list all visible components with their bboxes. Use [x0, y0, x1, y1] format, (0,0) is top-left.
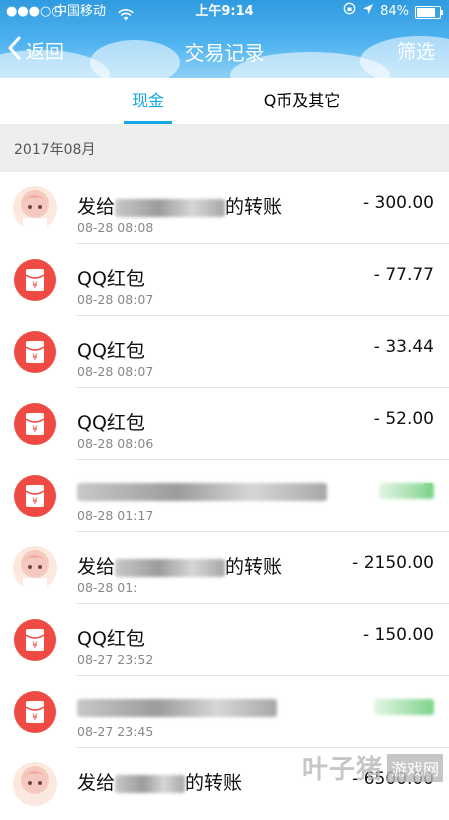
transaction-amount: - 300.00 — [362, 193, 434, 213]
location-icon — [362, 0, 374, 24]
month-section-header: 2017年08月 — [0, 124, 449, 172]
transaction-time: 08-28 08:07 — [77, 364, 154, 379]
transaction-title: 发给 的转账 — [77, 768, 242, 795]
title-suffix: 的转账 — [225, 556, 283, 578]
battery-percent: 84% — [380, 4, 409, 19]
tab-qcoin-other[interactable]: Q币及其它 — [250, 78, 354, 124]
transaction-time: 08-28 08:06 — [77, 436, 154, 451]
transaction-row[interactable]: ¥ 08-28 01:17 7 — [0, 460, 449, 532]
svg-text:¥: ¥ — [32, 425, 38, 435]
transaction-row[interactable]: 发给 的转账 08-28 08:08 - 300.00 — [0, 172, 449, 244]
battery-level — [417, 7, 435, 17]
transaction-row[interactable]: 发给 的转账 08-28 01: - 2150.00 — [0, 532, 449, 604]
red-packet-icon: ¥ — [14, 475, 56, 517]
transaction-time: 08-28 01: — [77, 580, 138, 595]
user-avatar — [13, 546, 57, 590]
transaction-time: 08-28 08:08 — [77, 220, 154, 235]
tab-qcoin-label: Q币及其它 — [263, 91, 341, 110]
redacted-name — [115, 198, 226, 217]
page-title: 交易记录 — [184, 41, 265, 65]
red-packet-icon: ¥ — [14, 619, 56, 661]
transaction-amount: - 150.00 — [362, 625, 434, 645]
red-packet-icon: ¥ — [14, 331, 56, 373]
battery-icon — [415, 5, 443, 19]
redacted-name — [115, 774, 186, 793]
navigation-bar: 返回 交易记录 筛选 — [0, 24, 449, 78]
redacted-name — [115, 558, 226, 577]
site-watermark: 叶子猪 游戏网 — [302, 749, 443, 786]
tab-cash[interactable]: 现金 — [124, 78, 172, 124]
red-packet-icon: ¥ — [14, 691, 56, 733]
watermark-text: 叶子猪 — [301, 755, 383, 785]
svg-text:¥: ¥ — [32, 281, 38, 291]
title-prefix: 发给 — [77, 772, 116, 794]
tab-bar: 现金 Q币及其它 — [0, 78, 449, 124]
transaction-title: 发给 的转账 — [77, 552, 282, 579]
transaction-time: 08-27 23:52 — [77, 652, 154, 667]
user-avatar — [13, 762, 57, 806]
transaction-title — [77, 480, 327, 502]
transaction-title: QQ红包 — [77, 412, 145, 434]
transaction-row[interactable]: ¥ 08-27 23:45 — [0, 676, 449, 748]
svg-text:¥: ¥ — [32, 353, 38, 363]
svg-text:¥: ¥ — [32, 713, 38, 723]
transaction-row[interactable]: ¥ QQ红包 08-27 23:52 - 150.00 — [0, 604, 449, 676]
svg-text:¥: ¥ — [32, 497, 38, 507]
redacted-title — [77, 698, 277, 717]
title-suffix: 的转账 — [225, 196, 283, 218]
transaction-time: 08-28 08:07 — [77, 292, 154, 307]
transaction-amount: - 33.44 — [373, 337, 434, 357]
title-prefix: 发给 — [77, 556, 116, 578]
user-avatar — [13, 186, 57, 230]
red-packet-icon: ¥ — [14, 259, 56, 301]
redacted-title — [77, 482, 327, 501]
title-prefix: 发给 — [77, 196, 116, 218]
header: ●●●○○ 中国移动 上午9:14 84% 返回 交易记录 筛选 — [0, 0, 449, 78]
transaction-title — [77, 696, 277, 718]
transaction-title: 发给 的转账 — [77, 192, 282, 219]
transaction-amount: 7 — [423, 481, 434, 501]
transaction-row[interactable]: ¥ QQ红包 08-28 08:07 - 33.44 — [0, 316, 449, 388]
tab-cash-label: 现金 — [131, 91, 164, 110]
transaction-amount: - 77.77 — [373, 265, 434, 285]
title-suffix: 的转账 — [185, 772, 243, 794]
status-bar: ●●●○○ 中国移动 上午9:14 84% — [0, 0, 449, 24]
redacted-amount — [374, 699, 434, 715]
transaction-list: 发给 的转账 08-28 08:08 - 300.00 ¥ QQ红包 08-28 … — [0, 172, 449, 820]
transaction-row[interactable]: ¥ QQ红包 08-28 08:07 - 77.77 — [0, 244, 449, 316]
transaction-amount: - 2150.00 — [352, 553, 434, 573]
transaction-amount: - 52.00 — [373, 409, 434, 429]
transaction-time: 08-27 23:45 — [77, 724, 154, 739]
red-packet-icon: ¥ — [14, 403, 56, 445]
transaction-title: QQ红包 — [77, 340, 145, 362]
transaction-title: QQ红包 — [77, 268, 145, 290]
month-label: 2017年08月 — [14, 142, 96, 158]
transaction-time: 08-28 01:17 — [77, 508, 154, 523]
filter-button[interactable]: 筛选 — [397, 37, 435, 64]
transaction-title: QQ红包 — [77, 628, 145, 650]
watermark-box: 游戏网 — [386, 753, 443, 782]
rotation-lock-icon — [343, 0, 356, 24]
transaction-row[interactable]: ¥ QQ红包 08-28 08:06 - 52.00 — [0, 388, 449, 460]
svg-text:¥: ¥ — [32, 641, 38, 651]
